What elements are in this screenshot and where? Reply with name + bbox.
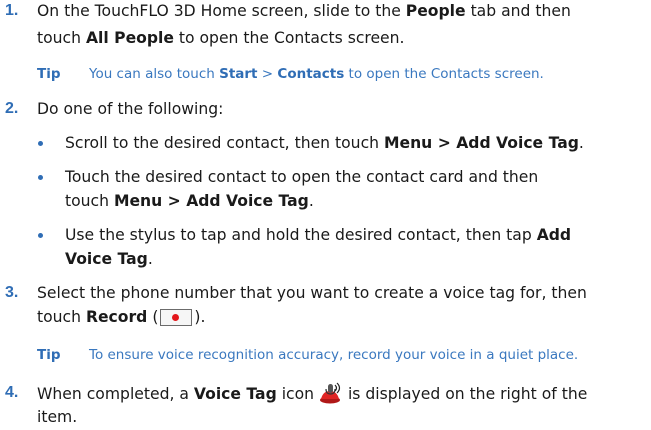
bullet-2-line-1: Touch the desired contact to open the co… <box>65 168 539 186</box>
step-3-line-2: touch Record (). <box>37 308 206 326</box>
bullet-2-line-2: touch Menu > Add Voice Tag. <box>65 192 314 210</box>
step-number: 4. <box>5 384 19 401</box>
bullet-dot <box>38 233 43 238</box>
step-number: 1. <box>5 2 19 19</box>
all-people-label: All People <box>85 29 174 47</box>
people-tab-label: People <box>405 2 466 20</box>
tip-1: Tip You can also touch Start > Contacts t… <box>37 66 544 82</box>
voice-tag-icon <box>320 382 341 404</box>
cut-off-heading <box>26 0 31 8</box>
step-4-line-2: item. <box>37 408 78 426</box>
tip-label: Tip <box>37 66 61 82</box>
bullet-3-line-2: Voice Tag. <box>65 250 153 268</box>
step-1-line-1: On the TouchFLO 3D Home screen, slide to… <box>37 2 571 20</box>
step-number: 3. <box>5 284 19 301</box>
bullet-dot <box>38 141 43 146</box>
step-4-line-1: When completed, a Voice Tag icon is disp… <box>37 382 587 406</box>
tip-label: Tip <box>37 347 61 363</box>
step-3-line-1: Select the phone number that you want to… <box>37 284 587 302</box>
bullet-dot <box>38 175 43 180</box>
bullet-3-line-1: Use the stylus to tap and hold the desir… <box>65 226 572 244</box>
tip-2: Tip To ensure voice recognition accuracy,… <box>37 347 579 363</box>
record-dot <box>172 314 180 321</box>
step-2-text: Do one of the following: <box>37 100 224 118</box>
step-1-line-2: touch All People to open the Contacts sc… <box>37 29 405 47</box>
bullet-1-line-1: Scroll to the desired contact, then touc… <box>65 134 584 152</box>
record-button-icon <box>160 309 193 326</box>
document-page: 1. On the TouchFLO 3D Home screen, slide… <box>0 0 651 430</box>
step-number: 2. <box>5 100 19 117</box>
